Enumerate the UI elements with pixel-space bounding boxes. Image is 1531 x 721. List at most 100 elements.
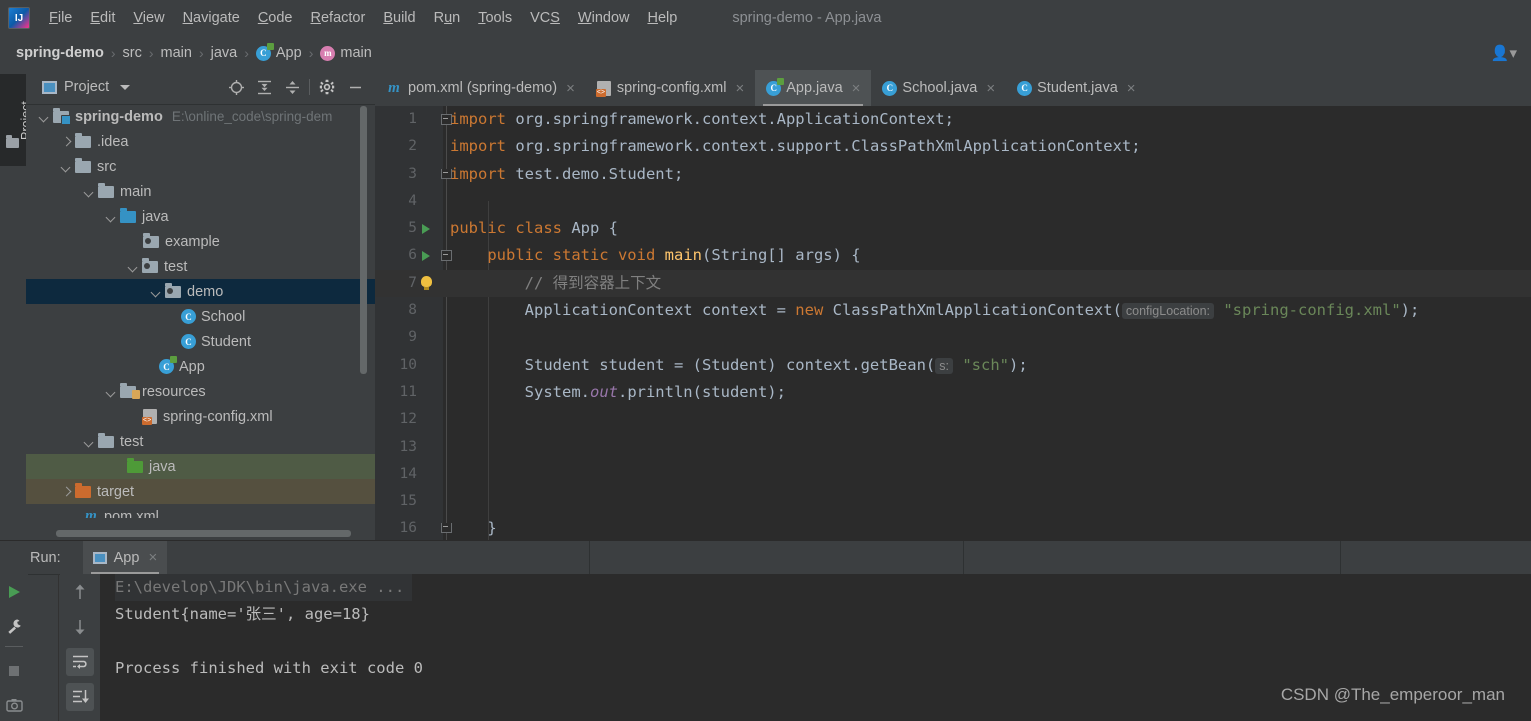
tree-node-test-package[interactable]: test xyxy=(26,254,375,279)
intention-bulb-icon[interactable] xyxy=(421,275,432,290)
menu-run[interactable]: Run xyxy=(425,8,470,28)
close-icon[interactable]: × xyxy=(986,80,995,97)
screenshot-icon[interactable] xyxy=(0,688,28,721)
menu-help[interactable]: Help xyxy=(638,8,686,28)
chevron-down-icon[interactable] xyxy=(105,210,118,223)
run-tab-app[interactable]: App × xyxy=(82,541,168,574)
minimize-icon[interactable] xyxy=(341,74,369,100)
close-icon[interactable]: × xyxy=(852,80,861,97)
chevron-down-icon[interactable] xyxy=(105,385,118,398)
code-line[interactable]: 7 // 得到容器上下文 xyxy=(375,269,1531,298)
menu-navigate[interactable]: Navigate xyxy=(174,8,249,28)
folder-icon xyxy=(98,182,114,198)
breadcrumb-item-spring-demo[interactable]: spring-demo xyxy=(16,45,104,61)
menu-window[interactable]: Window xyxy=(569,8,639,28)
expand-all-icon[interactable] xyxy=(250,74,278,100)
chevron-down-icon[interactable] xyxy=(120,84,131,90)
collapse-all-icon[interactable] xyxy=(278,74,306,100)
chevron-right-icon[interactable] xyxy=(60,485,73,498)
soft-wrap-icon[interactable] xyxy=(60,644,100,679)
folder-icon xyxy=(75,132,91,148)
editor-tab-spring-config-xml[interactable]: spring-config.xml × xyxy=(586,70,755,106)
tree-node-target[interactable]: target xyxy=(26,479,375,504)
code-line[interactable]: 9 xyxy=(375,324,1531,351)
chevron-down-icon[interactable] xyxy=(60,160,73,173)
menu-edit[interactable]: Edit xyxy=(81,8,124,28)
intellij-idea-window: IJ File Edit View Navigate Code Refactor… xyxy=(0,0,1531,721)
tree-node-src[interactable]: src xyxy=(26,154,375,179)
project-tree-horizontal-scrollbar[interactable] xyxy=(56,530,351,537)
menu-build[interactable]: Build xyxy=(374,8,424,28)
code-line[interactable]: 12 xyxy=(375,406,1531,433)
user-accounts-icon[interactable]: 👤▾ xyxy=(1491,44,1517,62)
project-tree[interactable]: spring-demo E:\online_code\spring-dem .i… xyxy=(26,104,375,540)
stop-icon[interactable] xyxy=(0,653,28,688)
menu-refactor[interactable]: Refactor xyxy=(302,8,375,28)
code-line[interactable]: 13 xyxy=(375,434,1531,461)
breadcrumb-item-app[interactable]: C App xyxy=(255,42,302,61)
project-tree-vertical-scrollbar[interactable] xyxy=(360,106,367,374)
tree-node-spring-config-xml[interactable]: spring-config.xml xyxy=(26,404,375,429)
chevron-down-icon[interactable] xyxy=(83,185,96,198)
breadcrumb-item-main-method[interactable]: m main xyxy=(320,45,372,61)
code-line[interactable]: 6 public static void main(String[] args)… xyxy=(375,242,1531,269)
code-line[interactable]: 4 xyxy=(375,188,1531,215)
close-icon[interactable]: × xyxy=(1127,80,1136,97)
editor-tab-school-java[interactable]: C School.java × xyxy=(871,70,1006,106)
chevron-down-icon[interactable] xyxy=(38,110,51,123)
tree-node-test-dir[interactable]: test xyxy=(26,429,375,454)
structure-folder-icon[interactable] xyxy=(6,135,19,148)
tree-node-java-source-root[interactable]: java xyxy=(26,204,375,229)
menu-file[interactable]: File xyxy=(40,8,81,28)
tree-node-idea[interactable]: .idea xyxy=(26,129,375,154)
menu-code[interactable]: Code xyxy=(249,8,302,28)
run-gutter-icon[interactable] xyxy=(422,251,430,262)
chevron-down-icon[interactable] xyxy=(83,435,96,448)
tree-node-example[interactable]: example xyxy=(26,229,375,254)
code-line[interactable]: 5 public class App { xyxy=(375,215,1531,242)
close-icon[interactable]: × xyxy=(566,80,575,97)
tree-node-app[interactable]: C App xyxy=(26,354,375,379)
code-line[interactable]: 14 xyxy=(375,461,1531,488)
chevron-down-icon[interactable] xyxy=(150,285,163,298)
run-gutter-icon[interactable] xyxy=(422,224,430,235)
editor-tab-app-java[interactable]: C App.java × xyxy=(755,70,872,106)
tree-node-main[interactable]: main xyxy=(26,179,375,204)
tree-node-demo[interactable]: demo xyxy=(26,279,375,304)
tree-node-student[interactable]: C Student xyxy=(26,329,375,354)
tree-node-resources[interactable]: resources xyxy=(26,379,375,404)
code-line[interactable]: 3 import test.demo.Student; xyxy=(375,161,1531,188)
code-line[interactable]: 10 Student student = (Student) context.g… xyxy=(375,352,1531,379)
menu-view[interactable]: View xyxy=(124,8,173,28)
code-line[interactable]: 2 import org.springframework.context.supp… xyxy=(375,133,1531,160)
locate-icon[interactable] xyxy=(222,74,250,100)
code-line[interactable]: 11 System.out.println(student); xyxy=(375,379,1531,406)
chevron-right-icon[interactable] xyxy=(60,135,73,148)
scroll-to-end-icon[interactable] xyxy=(60,679,100,714)
code-editor[interactable]: 1 import org.springframework.context.Appl… xyxy=(375,106,1531,540)
tree-node-spring-demo[interactable]: spring-demo E:\online_code\spring-dem xyxy=(26,104,375,129)
tool-window-button-project[interactable]: Project xyxy=(0,74,33,166)
down-arrow-icon[interactable] xyxy=(60,609,100,644)
breadcrumb-item-java[interactable]: java xyxy=(211,45,238,61)
breadcrumb-item-src[interactable]: src xyxy=(122,45,141,61)
code-line[interactable]: 1 import org.springframework.context.Appl… xyxy=(375,106,1531,133)
tree-node-school[interactable]: C School xyxy=(26,304,375,329)
rerun-icon[interactable] xyxy=(0,574,28,609)
code-line[interactable]: 16 } xyxy=(375,515,1531,540)
breadcrumb-item-main-dir[interactable]: main xyxy=(161,45,192,61)
editor-tab-student-java[interactable]: C Student.java × xyxy=(1006,70,1146,106)
up-arrow-icon[interactable] xyxy=(60,574,100,609)
editor-tab-pom-xml[interactable]: m pom.xml (spring-demo) × xyxy=(375,70,586,106)
chevron-down-icon[interactable] xyxy=(127,260,140,273)
class-icon: C xyxy=(181,309,196,324)
gear-icon[interactable] xyxy=(313,74,341,100)
menu-tools[interactable]: Tools xyxy=(469,8,521,28)
tree-node-java-test-root[interactable]: java xyxy=(26,454,375,479)
wrench-settings-icon[interactable] xyxy=(0,609,28,644)
code-line[interactable]: 15 xyxy=(375,488,1531,515)
code-line[interactable]: 8 ApplicationContext context = new Class… xyxy=(375,297,1531,324)
menu-vcs[interactable]: VCS xyxy=(521,8,569,28)
close-icon[interactable]: × xyxy=(735,80,744,97)
close-icon[interactable]: × xyxy=(148,549,157,566)
